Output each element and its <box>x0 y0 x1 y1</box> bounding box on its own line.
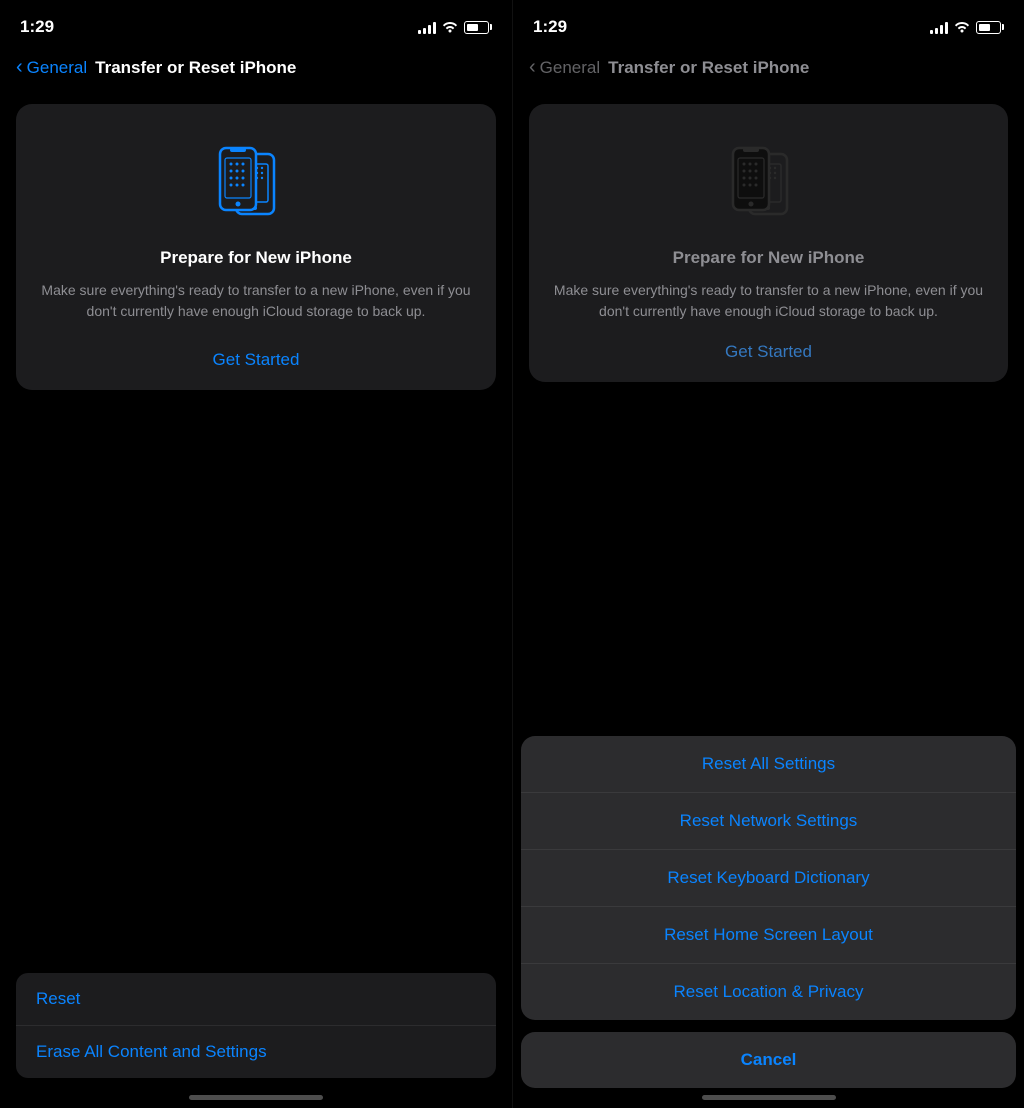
wifi-icon <box>442 19 458 36</box>
reset-network-settings-button[interactable]: Reset Network Settings <box>521 793 1016 850</box>
reset-modal-overlay: Reset All Settings Reset Network Setting… <box>513 736 1024 1108</box>
battery-icon <box>464 21 492 34</box>
back-button-left[interactable]: ‹ General <box>16 57 87 79</box>
cancel-button[interactable]: Cancel <box>521 1032 1016 1088</box>
reset-all-settings-button[interactable]: Reset All Settings <box>521 736 1016 793</box>
left-bottom-section: Reset Erase All Content and Settings <box>16 973 496 1078</box>
reset-home-screen-layout-button[interactable]: Reset Home Screen Layout <box>521 907 1016 964</box>
chevron-left-icon-right: ‹ <box>529 56 536 79</box>
right-wifi-icon <box>954 19 970 36</box>
back-label-right: General <box>540 58 600 78</box>
left-time: 1:29 <box>20 17 54 37</box>
transfer-icon-left <box>206 132 306 232</box>
get-started-button-right[interactable]: Get Started <box>725 342 812 362</box>
right-battery-icon <box>976 21 1004 34</box>
page-title-right: Transfer or Reset iPhone <box>608 58 809 78</box>
reset-button-left[interactable]: Reset <box>16 973 496 1026</box>
right-signal-icon <box>930 20 948 34</box>
back-label-left: General <box>27 58 87 78</box>
left-status-icons <box>418 19 492 36</box>
card-desc-right: Make sure everything's ready to transfer… <box>549 280 988 322</box>
signal-icon <box>418 20 436 34</box>
back-button-right[interactable]: ‹ General <box>529 57 600 79</box>
get-started-button-left[interactable]: Get Started <box>36 342 476 370</box>
right-status-bar: 1:29 <box>513 0 1024 48</box>
left-card-container: Prepare for New iPhone Make sure everyth… <box>0 104 512 390</box>
transfer-icon-right <box>719 132 819 232</box>
right-time: 1:29 <box>533 17 567 37</box>
chevron-left-icon: ‹ <box>16 56 23 79</box>
reset-location-privacy-button[interactable]: Reset Location & Privacy <box>521 964 1016 1020</box>
prepare-card-left: Prepare for New iPhone Make sure everyth… <box>16 104 496 390</box>
left-phone-panel: 1:29 ‹ General <box>0 0 512 1108</box>
left-reset-list: Reset Erase All Content and Settings <box>16 973 496 1078</box>
right-nav-bar: ‹ General Transfer or Reset iPhone <box>513 48 1024 96</box>
reset-keyboard-dictionary-button[interactable]: Reset Keyboard Dictionary <box>521 850 1016 907</box>
right-status-icons <box>930 19 1004 36</box>
reset-modal-sheet: Reset All Settings Reset Network Setting… <box>521 736 1016 1020</box>
left-nav-bar: ‹ General Transfer or Reset iPhone <box>0 48 512 96</box>
left-home-indicator <box>189 1095 323 1100</box>
card-desc-left: Make sure everything's ready to transfer… <box>36 280 476 322</box>
card-title-right: Prepare for New iPhone <box>673 248 865 268</box>
prepare-card-right: Prepare for New iPhone Make sure everyth… <box>529 104 1008 382</box>
left-status-bar: 1:29 <box>0 0 512 48</box>
right-phone-panel: 1:29 ‹ General <box>512 0 1024 1108</box>
right-card-container: Prepare for New iPhone Make sure everyth… <box>513 104 1024 382</box>
card-title-left: Prepare for New iPhone <box>160 248 352 268</box>
page-title-left: Transfer or Reset iPhone <box>95 58 296 78</box>
erase-all-button-left[interactable]: Erase All Content and Settings <box>16 1026 496 1078</box>
